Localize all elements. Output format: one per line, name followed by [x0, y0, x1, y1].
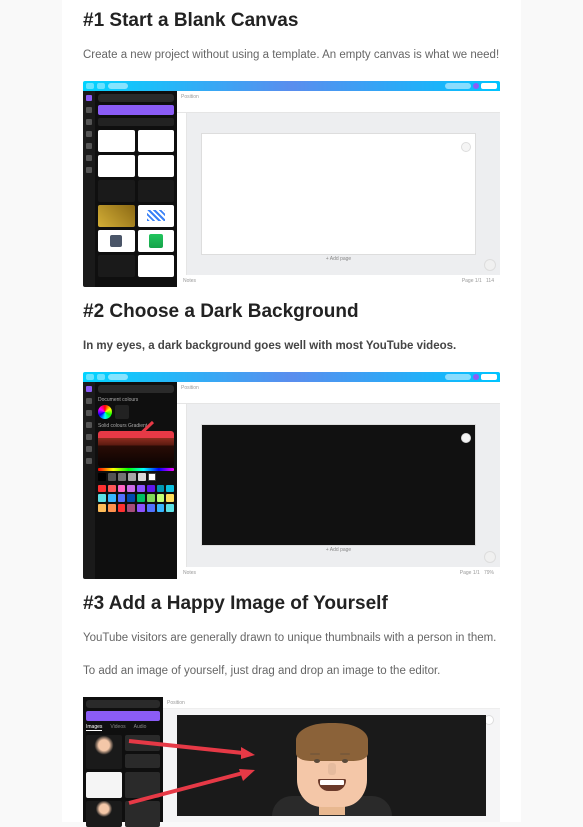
- color-swatch: [157, 494, 165, 502]
- color-swatch: [108, 494, 116, 502]
- color-swatch: [147, 494, 155, 502]
- color-swatch: [108, 504, 116, 512]
- color-swatch: [157, 485, 165, 493]
- color-swatch: [166, 485, 174, 493]
- color-swatch: [127, 494, 135, 502]
- notes-label: Notes: [183, 278, 196, 284]
- section-heading-1: #1 Start a Blank Canvas: [83, 10, 500, 32]
- tab-audio: Audio: [134, 724, 147, 731]
- section-2-paragraph-1: In my eyes, a dark background goes well …: [83, 338, 500, 356]
- color-swatch: [147, 504, 155, 512]
- color-swatch: [118, 494, 126, 502]
- solid-label: Solid colours Gradient: [98, 423, 174, 429]
- zoom-label: 79%: [484, 570, 494, 576]
- section-1-paragraph-1: Create a new project without using a tem…: [83, 47, 500, 65]
- ss-topbar: [83, 81, 500, 91]
- pages-label: Page 1/1: [460, 570, 480, 576]
- screenshot-happy-image: Images Videos Audio Position: [83, 697, 500, 822]
- section-heading-3: #3 Add a Happy Image of Yourself: [83, 593, 500, 615]
- position-label: Position: [167, 700, 185, 706]
- position-label: Position: [181, 94, 199, 100]
- color-swatch: [127, 504, 135, 512]
- add-page: + Add page: [326, 547, 351, 553]
- color-swatch: [137, 494, 145, 502]
- screenshot-blank-canvas: Position + Add page Notes Page 1/1 114: [83, 81, 500, 287]
- add-page: + Add page: [326, 256, 351, 262]
- color-swatch: [147, 485, 155, 493]
- pages-label: Page 1/1: [462, 278, 482, 284]
- tab-images: Images: [86, 724, 102, 731]
- color-swatch: [108, 485, 116, 493]
- article-content: #1 Start a Blank Canvas Create a new pro…: [62, 0, 521, 822]
- color-swatch: [98, 504, 106, 512]
- color-swatch: [137, 485, 145, 493]
- notes-label: Notes: [183, 570, 196, 576]
- section-heading-2: #2 Choose a Dark Background: [83, 301, 500, 323]
- ss-topbar: [83, 372, 500, 382]
- color-swatch: [98, 494, 106, 502]
- color-swatch: [166, 504, 174, 512]
- position-label: Position: [181, 385, 199, 391]
- color-swatch: [166, 494, 174, 502]
- color-swatch: [118, 504, 126, 512]
- color-swatch: [157, 504, 165, 512]
- tab-videos: Videos: [110, 724, 125, 731]
- zoom-label: 114: [486, 278, 494, 284]
- section-3-paragraph-1: YouTube visitors are generally drawn to …: [83, 630, 500, 648]
- screenshot-dark-background: Document colours Solid colours Gradient …: [83, 372, 500, 579]
- color-swatch: [98, 485, 106, 493]
- doc-colors-label: Document colours: [98, 397, 174, 403]
- section-3-paragraph-2: To add an image of yourself, just drag a…: [83, 663, 500, 681]
- color-swatch: [137, 504, 145, 512]
- color-swatch: [127, 485, 135, 493]
- color-swatch: [118, 485, 126, 493]
